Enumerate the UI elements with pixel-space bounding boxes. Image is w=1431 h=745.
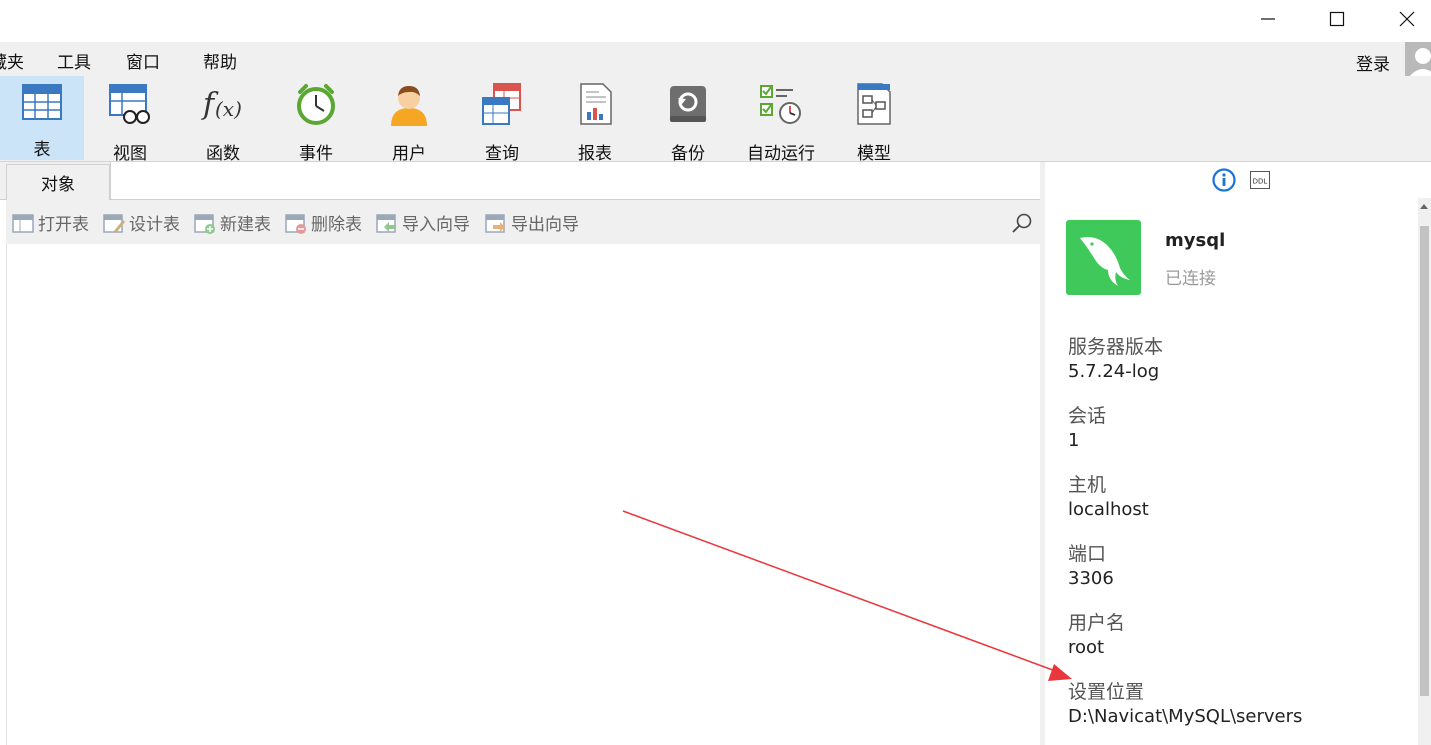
ddl-icon: DDL [1250, 171, 1270, 189]
maximize-button[interactable] [1314, 0, 1360, 38]
connection-status: 已连接 [1165, 269, 1216, 289]
prop-label-host: 主机 [1068, 474, 1107, 496]
prop-value-sessions: 1 [1068, 430, 1080, 451]
open-table-label: 打开表 [38, 215, 89, 235]
import-wizard-button[interactable]: 导入向导 [376, 210, 470, 235]
toolbar-model-label: 模型 [857, 144, 891, 164]
view-icon [108, 82, 152, 126]
svg-text:DDL: DDL [1253, 178, 1268, 186]
prop-label-server-version: 服务器版本 [1068, 336, 1164, 358]
model-icon [852, 82, 896, 126]
object-list-area[interactable] [6, 244, 1040, 745]
toolbar-function-button[interactable]: f (x) 函数 [181, 76, 265, 164]
toolbar-function-label: 函数 [206, 144, 240, 164]
close-button[interactable] [1384, 0, 1430, 38]
toolbar-report-button[interactable]: 报表 [553, 76, 637, 164]
toolbar-model-button[interactable]: 模型 [832, 76, 916, 164]
main-toolbar: 表 视图 f (x) 函数 事件 用户 查询 报表 备份 自动运行 模型 [0, 76, 1431, 164]
design-table-icon [103, 212, 125, 234]
prop-label-port: 端口 [1068, 543, 1107, 565]
avatar[interactable] [1405, 42, 1431, 78]
toolbar-user-label: 用户 [392, 144, 426, 164]
search-button[interactable] [1011, 212, 1033, 234]
export-wizard-icon [485, 212, 507, 234]
scroll-up-arrow-icon[interactable] [1420, 204, 1428, 209]
toolbar-backup-button[interactable]: 备份 [646, 76, 730, 164]
minimize-icon [1261, 18, 1275, 20]
toolbar-query-label: 查询 [485, 144, 519, 164]
query-icon [480, 82, 524, 126]
toolbar-autorun-button[interactable]: 自动运行 [739, 76, 823, 164]
menu-window[interactable]: 窗口 [126, 48, 160, 73]
toolbar-backup-label: 备份 [671, 144, 705, 164]
prop-value-host: localhost [1068, 499, 1149, 520]
maximize-icon [1329, 11, 1345, 27]
close-icon [1399, 11, 1415, 27]
event-clock-icon [294, 82, 338, 126]
toolbar-view-label: 视图 [113, 144, 147, 164]
login-link[interactable]: 登录 [1356, 50, 1390, 75]
import-wizard-label: 导入向导 [402, 215, 470, 235]
delete-table-icon [285, 212, 307, 234]
scrollbar-thumb[interactable] [1420, 226, 1429, 696]
open-table-button[interactable]: 打开表 [12, 210, 89, 235]
connection-name: mysql [1165, 230, 1226, 251]
ddl-button[interactable]: DDL [1250, 171, 1270, 193]
delete-table-button[interactable]: 删除表 [285, 210, 362, 235]
new-table-label: 新建表 [220, 215, 271, 235]
info-icon [1212, 168, 1236, 192]
info-button[interactable] [1212, 168, 1236, 196]
function-icon: f (x) [201, 82, 245, 126]
user-icon [387, 82, 431, 126]
info-panel-scrollbar[interactable] [1418, 198, 1431, 745]
svg-text:(x): (x) [215, 97, 242, 121]
avatar-person-icon [1408, 48, 1431, 78]
report-icon [573, 82, 617, 126]
autorun-icon [759, 82, 803, 126]
search-icon [1012, 213, 1032, 233]
toolbar-event-button[interactable]: 事件 [274, 76, 358, 164]
design-table-button[interactable]: 设计表 [103, 210, 180, 235]
toolbar-query-button[interactable]: 查询 [460, 76, 544, 164]
design-table-label: 设计表 [129, 215, 180, 235]
new-table-icon [194, 212, 216, 234]
prop-value-username: root [1068, 637, 1105, 658]
menu-favorites[interactable]: 藏夹 [0, 48, 24, 73]
tab-strip-empty-area [110, 162, 1040, 199]
toolbar-view-button[interactable]: 视图 [88, 76, 172, 164]
backup-icon [666, 82, 710, 126]
export-wizard-button[interactable]: 导出向导 [485, 210, 579, 235]
prop-label-username: 用户名 [1068, 612, 1126, 634]
minimize-button[interactable] [1245, 0, 1291, 38]
toolbar-report-label: 报表 [578, 144, 612, 164]
prop-label-sessions: 会话 [1068, 405, 1107, 427]
import-wizard-icon [376, 212, 398, 234]
prop-value-server-version: 5.7.24-log [1068, 361, 1160, 382]
export-wizard-label: 导出向导 [511, 215, 579, 235]
mysql-logo [1066, 220, 1141, 295]
menu-tools[interactable]: 工具 [57, 48, 91, 73]
tab-strip: 对象 [0, 162, 1040, 200]
toolbar-table-button[interactable]: 表 [0, 76, 84, 160]
mysql-dolphin-icon [1079, 236, 1130, 286]
delete-table-label: 删除表 [311, 215, 362, 235]
prop-value-install-location: D:\Navicat\MySQL\servers [1068, 706, 1303, 727]
open-table-icon [12, 212, 34, 234]
toolbar-table-label: 表 [33, 140, 51, 160]
table-icon [20, 82, 64, 122]
title-bar [0, 0, 1431, 42]
toolbar-user-button[interactable]: 用户 [367, 76, 451, 164]
info-panel: DDL mysql 已连接 服务器版本 5.7.24-log 会话 1 主机 l… [1045, 162, 1431, 745]
toolbar-event-label: 事件 [299, 144, 333, 164]
menu-help[interactable]: 帮助 [203, 48, 237, 73]
toolbar-autorun-label: 自动运行 [747, 144, 815, 164]
tab-objects[interactable]: 对象 [6, 164, 110, 200]
prop-label-install-location: 设置位置 [1068, 681, 1145, 703]
object-toolbar: 打开表 设计表 新建表 删除表 导入向导 导出向导 [6, 200, 1040, 244]
menu-bar: 藏夹 工具 窗口 帮助 登录 [0, 42, 1431, 78]
prop-value-port: 3306 [1068, 568, 1114, 589]
new-table-button[interactable]: 新建表 [194, 210, 271, 235]
